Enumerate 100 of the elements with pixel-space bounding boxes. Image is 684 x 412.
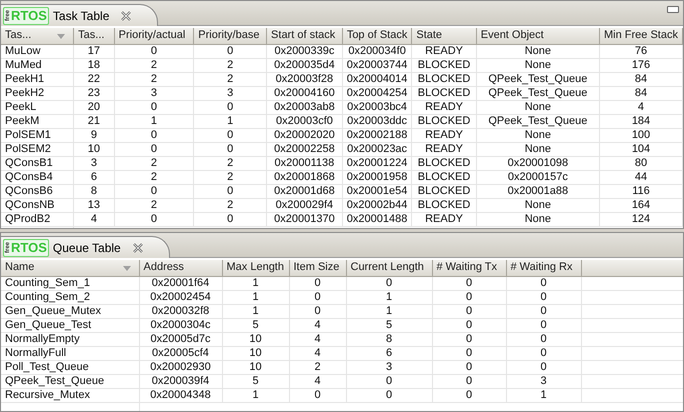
table-cell: NormallyEmpty (1, 332, 139, 346)
table-cell: 1 (222, 304, 289, 318)
table-cell: 0x20003cf0 (266, 114, 342, 128)
table-cell: 10 (222, 346, 289, 360)
table-cell: 4 (599, 100, 682, 114)
table-cell: 0x2000304c (139, 318, 222, 332)
table-cell: 84 (599, 86, 682, 100)
table-cell: 0 (506, 360, 581, 374)
column-header[interactable]: Priority/actual (114, 28, 194, 44)
table-cell: None (476, 44, 600, 58)
column-header[interactable]: Priority/base (194, 28, 267, 44)
column-header[interactable]: Current Length (346, 260, 432, 276)
close-icon[interactable] (121, 10, 132, 20)
logo-text: RTOS (11, 9, 47, 22)
table-cell: 3 (346, 360, 432, 374)
column-header[interactable]: Event Object (476, 28, 600, 44)
table-cell: 0 (506, 332, 581, 346)
table-cell: 0x200029f4 (266, 198, 342, 212)
table-cell: PolSEM2 (1, 142, 74, 156)
table-cell: 0x20001868 (266, 170, 342, 184)
table-cell: 0x20004160 (266, 86, 342, 100)
table-cell: 1 (222, 388, 289, 402)
table-cell: 2 (194, 156, 267, 170)
close-icon[interactable] (132, 242, 143, 252)
column-header[interactable]: # Waiting Tx (432, 260, 506, 276)
column-header[interactable]: Tas... (1, 28, 74, 44)
table-cell: 0 (194, 184, 267, 198)
table-cell: PeekH1 (1, 72, 74, 86)
table-cell: 1 (222, 276, 289, 290)
table-cell: 2 (194, 198, 267, 212)
table-cell: 18 (74, 58, 114, 72)
table-cell: 1 (222, 290, 289, 304)
table-cell: QPeek_Test_Queue (1, 374, 139, 388)
table-cell: Counting_Sem_2 (1, 290, 139, 304)
table-cell: 0x20002930 (139, 360, 222, 374)
table-cell: PeekH2 (1, 86, 74, 100)
table-cell: 0x20001d68 (266, 184, 342, 198)
table-cell: 0x20003bc4 (342, 100, 412, 114)
table-cell: 0x2000339c (266, 44, 342, 58)
table-cell: None (476, 212, 600, 226)
table-cell: QConsNB (1, 198, 74, 212)
table-cell: 0x20002258 (266, 142, 342, 156)
table-cell: 0x20002188 (342, 128, 412, 142)
column-header[interactable]: # Waiting Rx (506, 260, 581, 276)
table-cell: 1 (346, 290, 432, 304)
table-cell: 6 (346, 346, 432, 360)
table-cell: None (476, 128, 600, 142)
table-cell: 1 (194, 114, 267, 128)
column-header[interactable]: Top of Stack (342, 28, 412, 44)
column-header[interactable]: Min Free Stack (599, 28, 682, 44)
column-header[interactable]: Item Size (289, 260, 346, 276)
table-cell: BLOCKED (412, 72, 476, 86)
table-cell: 0x2000157c (476, 170, 600, 184)
table-cell: 2 (194, 58, 267, 72)
table-cell: 3 (194, 86, 267, 100)
table-cell: Counting_Sem_1 (1, 276, 139, 290)
column-header[interactable]: Max Length (222, 260, 289, 276)
table-cell: 2 (114, 72, 194, 86)
table-cell: QConsB4 (1, 170, 74, 184)
table-cell: 80 (599, 156, 682, 170)
table-cell: 4 (74, 212, 114, 226)
table-cell: BLOCKED (412, 184, 476, 198)
table-cell: QConsB6 (1, 184, 74, 198)
table-cell: PeekM (1, 114, 74, 128)
table-cell: READY (412, 100, 476, 114)
table-cell: 0 (346, 276, 432, 290)
minimize-button[interactable] (667, 6, 679, 13)
table-cell: 0 (114, 212, 194, 226)
table-cell: 0 (506, 276, 581, 290)
column-header[interactable]: Tas... (74, 28, 114, 44)
table-cell: 0x200035d4 (266, 58, 342, 72)
table-cell: 0 (114, 184, 194, 198)
sort-arrow-icon (57, 34, 66, 39)
table-cell: 0 (506, 290, 581, 304)
table-cell: 0 (289, 290, 346, 304)
table-cell: 0x20004014 (342, 72, 412, 86)
table-cell: 4 (289, 346, 346, 360)
table-cell: QPeek_Test_Queue (476, 86, 600, 100)
table-cell: READY (412, 142, 476, 156)
table-cell: 76 (599, 44, 682, 58)
column-header[interactable]: Start of stack (266, 28, 342, 44)
table-cell: 0 (194, 44, 267, 58)
table-cell: BLOCKED (412, 156, 476, 170)
column-header[interactable]: Name (1, 260, 139, 276)
table-cell: 9 (74, 128, 114, 142)
column-header[interactable]: Address (139, 260, 222, 276)
table-cell: NormallyFull (1, 346, 139, 360)
table-cell: 0x20005cf4 (139, 346, 222, 360)
table-cell: 0 (289, 304, 346, 318)
table-cell: 0x20001488 (342, 212, 412, 226)
table-cell: 10 (222, 360, 289, 374)
table-cell: 3 (506, 374, 581, 388)
table-cell: 0 (194, 128, 267, 142)
table-cell: 0x200023ac (342, 142, 412, 156)
table-cell: Recursive_Mutex (1, 388, 139, 402)
column-header[interactable]: State (412, 28, 476, 44)
table-cell: 1 (346, 304, 432, 318)
table-cell: 4 (289, 318, 346, 332)
table-cell: None (476, 100, 600, 114)
table-cell: 0x20001e54 (342, 184, 412, 198)
